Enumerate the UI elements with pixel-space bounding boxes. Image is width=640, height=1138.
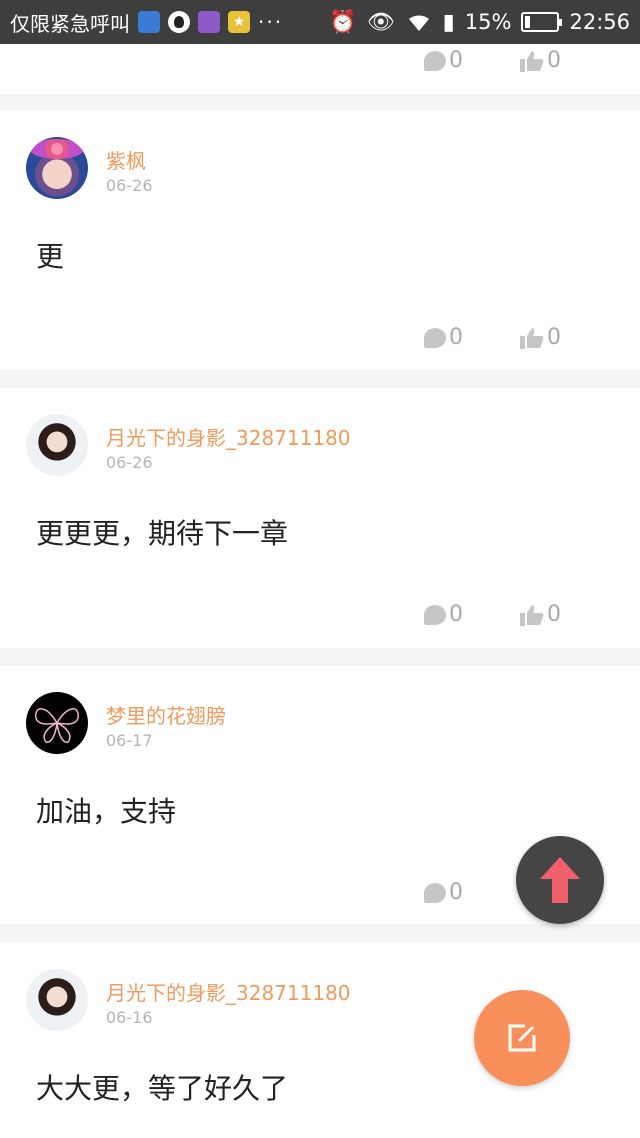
comment-date: 06-17 [106,731,153,750]
comment-text: 加油，支持 [36,795,177,828]
comment-card: 月光下的身影_328711180 06-26 更更更，期待下一章 0 0 [0,388,640,648]
comment-date: 06-26 [106,453,153,472]
carrier-text: 仅限紧急呼叫 [10,11,130,36]
comment-bubble-icon [424,604,446,625]
comment-author[interactable]: 梦里的花翅膀 [106,700,226,729]
butterfly-icon [35,708,79,743]
arrow-up-icon [540,857,580,903]
reply-count[interactable]: 0 [424,325,463,350]
battery-percent: 15% [464,10,512,34]
comment-card: 紫枫 06-26 更 0 0 [0,111,640,369]
more-notifications-icon: ··· [258,10,284,34]
comment-text: 大大更，等了好久了 [36,1072,289,1105]
battery-icon [521,12,563,32]
comment-bubble-icon [424,327,446,348]
comment-date: 06-16 [106,1008,153,1027]
edit-icon [508,1024,536,1052]
clock: 22:56 [569,10,630,34]
comment-card-partial: 0 0 [0,44,640,94]
gallery-icon [198,11,220,33]
avatar[interactable] [26,969,88,1031]
like-count[interactable]: 0 [520,325,561,350]
scroll-to-top-button[interactable] [516,836,604,924]
comment-bubble-icon [424,50,446,71]
qq-icon [168,11,190,33]
app-notification-icon [138,11,160,33]
comment-bubble-icon [424,882,446,903]
thumbs-up-icon [520,604,544,626]
comment-author[interactable]: 月光下的身影_328711180 [106,977,351,1006]
like-count[interactable]: 0 [520,48,561,73]
status-bar: 仅限紧急呼叫 ★ ··· ⏰ 👁 ▮ 15% 22:56 [0,0,640,44]
thumbs-up-icon [520,50,544,72]
like-count[interactable]: 0 [520,602,561,627]
comment-author[interactable]: 月光下的身影_328711180 [106,422,351,451]
write-comment-button[interactable] [474,990,570,1086]
comment-date: 06-26 [106,176,153,195]
star-app-icon: ★ [228,11,250,33]
thumbs-up-icon [520,327,544,349]
reply-count[interactable]: 0 [424,880,463,905]
avatar[interactable] [26,137,88,199]
comment-text: 更更更，期待下一章 [36,517,289,550]
alarm-icon: ⏰ [329,9,357,35]
wifi-icon [408,15,429,31]
reply-count[interactable]: 0 [424,48,463,73]
reply-count[interactable]: 0 [424,602,463,627]
comment-author[interactable]: 紫枫 [106,145,146,174]
comment-text: 更 [36,240,65,273]
sim-icon: ▮ [442,9,455,35]
avatar[interactable] [26,414,88,476]
eye-icon: 👁 [366,9,395,35]
avatar[interactable] [26,692,88,754]
